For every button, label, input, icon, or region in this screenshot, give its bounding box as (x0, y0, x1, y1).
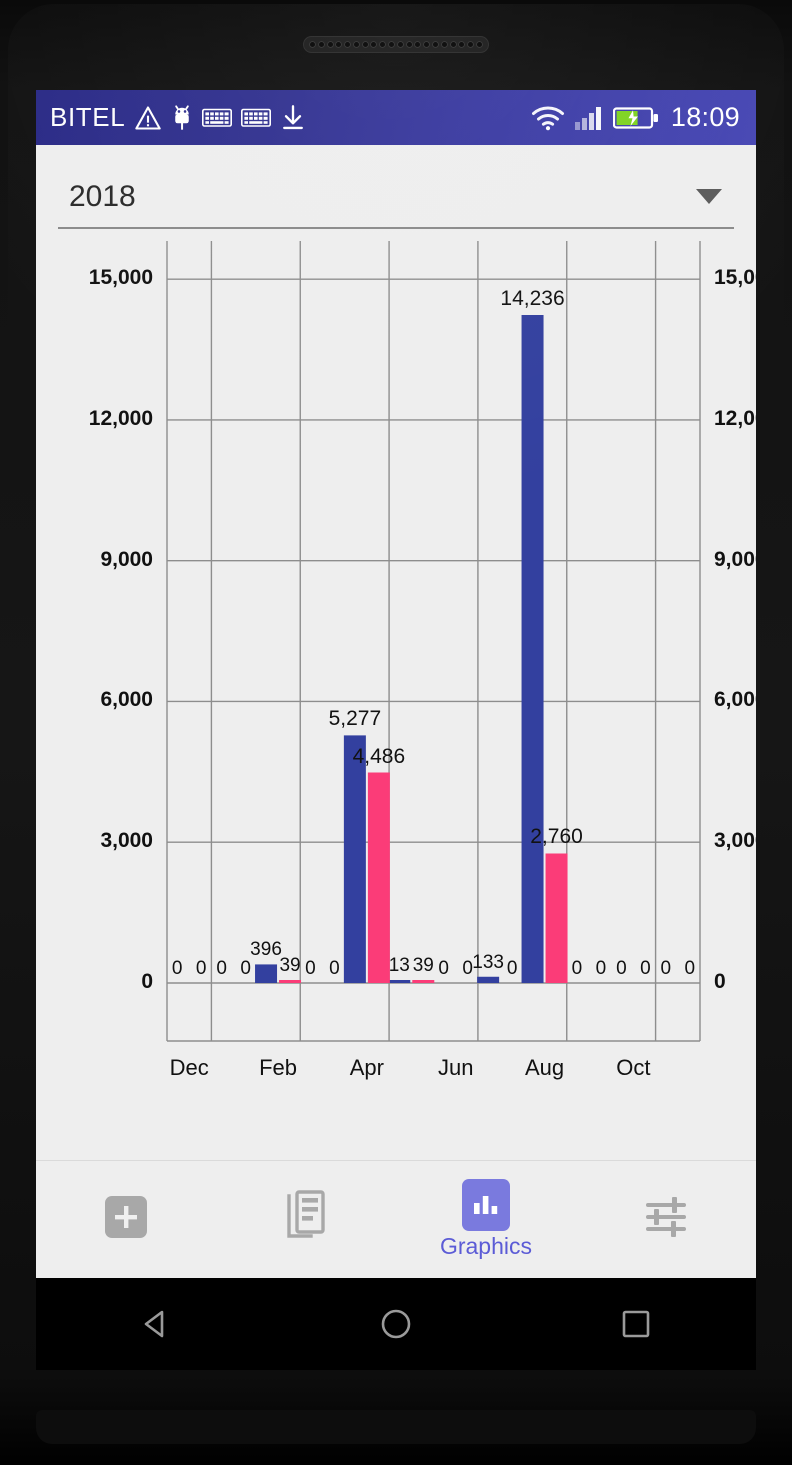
bar (412, 980, 435, 983)
y-axis-tick-right: 0 (714, 970, 726, 993)
x-axis-tick: Feb (259, 1055, 297, 1080)
bar-value-label: 0 (195, 958, 207, 979)
bar-value-label: 0 (438, 958, 449, 979)
nav-label-graphics: Graphics (439, 1233, 533, 1259)
android-bug-icon (171, 104, 193, 132)
y-axis-tick-right: 3,000 (714, 829, 756, 853)
phone-screen: BITEL 18:09 2018 0 0 3,000 3,00 6,000 6,… (36, 90, 756, 1278)
x-axis-tick: Oct (616, 1055, 651, 1080)
phone-frame: BITEL 18:09 2018 0 0 3,000 3,00 6,000 6,… (0, 0, 792, 1465)
bar-value-label: 39 (279, 955, 301, 976)
bar-value-label: 0 (329, 958, 340, 979)
bar (255, 964, 278, 983)
x-axis-tick: Dec (169, 1055, 209, 1080)
bar-value-label: 39 (412, 955, 434, 976)
android-system-nav (36, 1278, 756, 1370)
y-axis-tick-right: 12,000 (714, 406, 756, 430)
status-bar: BITEL 18:09 (36, 90, 756, 145)
bar-value-label: 0 (462, 958, 473, 979)
nav-item-settings[interactable] (576, 1161, 756, 1278)
bar-value-label: 0 (616, 958, 627, 979)
battery-charging-icon (612, 105, 659, 131)
x-axis-tick: Jun (437, 1055, 474, 1080)
wifi-icon (531, 105, 565, 131)
bar-value-label: 0 (216, 958, 227, 979)
x-axis-tick: Apr (349, 1055, 384, 1080)
chart-area: 003,0003,0006,0006,0009,0009,00012,00012… (36, 241, 756, 1131)
year-select[interactable]: 2018 (58, 167, 734, 229)
y-axis-tick-right: 6,000 (714, 688, 756, 712)
nav-item-graphics[interactable]: Graphics (396, 1161, 576, 1278)
speaker-grille (303, 36, 489, 53)
bar-value-label: 13 (388, 955, 410, 976)
bar-value-label: 0 (595, 958, 607, 979)
nav-item-add[interactable] (36, 1161, 216, 1278)
bar-value-label: 0 (506, 958, 518, 979)
bar-chart-svg (166, 241, 701, 1042)
back-triangle-icon[interactable] (121, 1289, 191, 1359)
status-bar-clock: 18:09 (670, 102, 740, 132)
bar-value-label: 0 (571, 958, 583, 979)
document-list-icon (281, 1190, 331, 1249)
y-axis-tick-right: 15,000 (714, 266, 756, 290)
year-select-value: 2018 (69, 180, 136, 213)
bar-value-label: 0 (660, 958, 672, 979)
bar-value-label: 0 (305, 958, 316, 979)
warning-triangle-icon (134, 105, 162, 131)
keyboard-icon (241, 107, 272, 129)
download-icon (280, 104, 306, 132)
keyboard-icon (202, 107, 233, 129)
bar-chart-icon (462, 1179, 510, 1231)
bottom-navigation-bar: Graphics (36, 1160, 756, 1278)
signal-bars-icon (574, 105, 604, 131)
bar (477, 976, 500, 983)
bar-value-label: 0 (640, 958, 651, 979)
bar-value-label: 0 (684, 958, 696, 979)
y-axis-tick-left: 6,000 (100, 688, 153, 712)
y-axis-tick-left: 15,000 (88, 266, 153, 290)
nav-item-records[interactable] (216, 1161, 396, 1278)
bar-value-label: 2,760 (530, 825, 583, 849)
bar (343, 735, 366, 983)
bar (521, 315, 544, 984)
bar-value-label: 5,277 (328, 707, 382, 731)
bar-value-label: 0 (240, 958, 251, 979)
bar (545, 853, 568, 983)
y-axis-tick-left: 3,000 (100, 829, 153, 853)
phone-bottom-chin (36, 1410, 756, 1444)
y-axis-tick-left: 12,000 (88, 406, 153, 430)
x-axis-tick: Aug (524, 1055, 565, 1080)
bar (279, 980, 302, 983)
add-plus-icon (103, 1192, 149, 1247)
bar-value-label: 396 (250, 939, 282, 961)
chevron-down-icon (696, 189, 722, 204)
carrier-label: BITEL (50, 102, 126, 132)
chart-bars (255, 315, 568, 984)
settings-sliders-icon (640, 1191, 692, 1248)
status-bar-right-group: 18:09 (531, 102, 740, 133)
recents-square-icon[interactable] (601, 1289, 671, 1359)
home-circle-icon[interactable] (361, 1289, 431, 1359)
bar-value-label: 133 (472, 951, 504, 973)
y-axis-tick-left: 0 (141, 970, 153, 993)
bar-value-label: 14,236 (500, 287, 565, 310)
y-axis-tick-right: 9,000 (714, 547, 756, 571)
bar (367, 772, 390, 983)
bar-value-label: 4,486 (352, 744, 406, 768)
chart-gridlines (166, 241, 701, 1042)
bar (388, 980, 411, 983)
y-axis-tick-left: 9,000 (100, 547, 153, 571)
bar-value-label: 0 (171, 958, 183, 979)
